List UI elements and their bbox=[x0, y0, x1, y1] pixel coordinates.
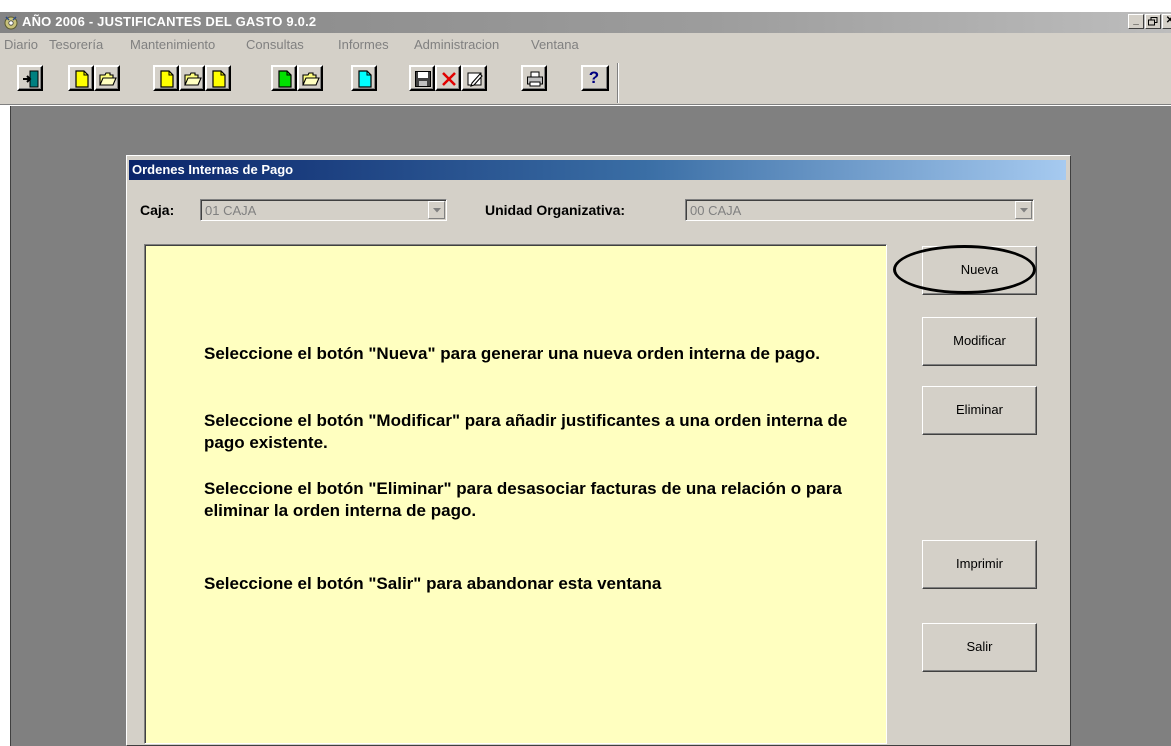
caja-select[interactable]: 01 CAJA bbox=[200, 199, 447, 221]
exit-button[interactable] bbox=[17, 65, 43, 91]
ordenes-internas-window: Ordenes Internas de Pago Caja: 01 CAJA U… bbox=[126, 155, 1071, 746]
instruction-salir: Seleccione el botón "Salir" para abandon… bbox=[204, 574, 662, 593]
restore-button[interactable] bbox=[1145, 14, 1161, 29]
open-folder-button-3[interactable] bbox=[297, 65, 323, 91]
document-icon bbox=[212, 70, 226, 88]
restore-icon bbox=[1148, 17, 1158, 26]
new-document-icon bbox=[160, 70, 174, 88]
save-button[interactable] bbox=[409, 65, 435, 91]
salir-button[interactable]: Salir bbox=[922, 623, 1037, 672]
cyan-document-button[interactable] bbox=[351, 65, 377, 91]
imprimir-button[interactable]: Imprimir bbox=[922, 540, 1037, 589]
toolbar: ? bbox=[0, 57, 1171, 105]
menu-informes[interactable]: Informes bbox=[338, 37, 389, 52]
unidad-organizativa-label: Unidad Organizativa: bbox=[485, 202, 626, 218]
cyan-document-icon bbox=[358, 70, 372, 88]
menu-ventana[interactable]: Ventana bbox=[531, 37, 579, 52]
open-folder-button-2[interactable] bbox=[179, 65, 205, 91]
caja-select-value: 01 CAJA bbox=[205, 203, 257, 218]
menu-tesoreria[interactable]: Tesorería bbox=[49, 37, 103, 52]
open-folder-icon bbox=[302, 72, 320, 86]
menu-mantenimiento[interactable]: Mantenimiento bbox=[130, 37, 215, 52]
modificar-button[interactable]: Modificar bbox=[922, 317, 1037, 366]
edit-pencil-icon bbox=[467, 72, 483, 87]
delete-x-icon bbox=[442, 72, 456, 86]
title-bar: AÑO 2006 - JUSTIFICANTES DEL GASTO 9.0.2… bbox=[0, 12, 1171, 33]
open-folder-button-1[interactable] bbox=[94, 65, 120, 91]
menu-bar: Diario Tesorería Mantenimiento Consultas… bbox=[0, 33, 1171, 57]
new-document-button-2[interactable] bbox=[153, 65, 179, 91]
save-disk-icon bbox=[415, 71, 431, 87]
instruction-nueva: Seleccione el botón "Nueva" para generar… bbox=[204, 344, 821, 363]
instruction-modificar: Seleccione el botón "Modificar" para aña… bbox=[204, 411, 848, 452]
minimize-button[interactable]: _ bbox=[1128, 14, 1144, 29]
toolbar-separator bbox=[617, 63, 619, 103]
exit-door-icon bbox=[23, 70, 39, 88]
eliminar-button[interactable]: Eliminar bbox=[922, 386, 1037, 435]
instruction-eliminar: Seleccione el botón "Eliminar" para desa… bbox=[204, 479, 842, 520]
new-document-icon bbox=[75, 70, 89, 88]
unidad-organizativa-select-value: 00 CAJA bbox=[690, 203, 742, 218]
menu-administracion[interactable]: Administracion bbox=[414, 37, 499, 52]
app-icon bbox=[4, 16, 18, 30]
new-document-button-1[interactable] bbox=[68, 65, 94, 91]
window-title: AÑO 2006 - JUSTIFICANTES DEL GASTO 9.0.2 bbox=[22, 14, 317, 29]
delete-button[interactable] bbox=[435, 65, 461, 91]
open-folder-icon bbox=[99, 72, 117, 86]
caja-label: Caja: bbox=[140, 202, 175, 218]
application-window: AÑO 2006 - JUSTIFICANTES DEL GASTO 9.0.2… bbox=[0, 0, 1171, 746]
instructions-panel: Seleccione el botón "Nueva" para generar… bbox=[144, 244, 887, 744]
chevron-down-icon bbox=[1020, 208, 1028, 213]
child-title-bar: Ordenes Internas de Pago bbox=[129, 160, 1066, 180]
help-button[interactable]: ? bbox=[581, 65, 609, 91]
document-button[interactable] bbox=[205, 65, 231, 91]
nueva-highlight-ellipse bbox=[893, 245, 1036, 294]
caja-dropdown-button[interactable] bbox=[428, 201, 445, 219]
unidad-organizativa-select[interactable]: 00 CAJA bbox=[685, 199, 1034, 221]
child-window-title: Ordenes Internas de Pago bbox=[132, 162, 294, 177]
menu-diario[interactable]: Diario bbox=[4, 37, 38, 52]
new-green-document-button[interactable] bbox=[271, 65, 297, 91]
chevron-down-icon bbox=[433, 208, 441, 213]
printer-icon bbox=[527, 71, 543, 87]
close-button[interactable]: ✕ bbox=[1162, 14, 1171, 29]
menu-consultas[interactable]: Consultas bbox=[246, 37, 304, 52]
print-button[interactable] bbox=[521, 65, 547, 91]
edit-button[interactable] bbox=[461, 65, 487, 91]
unidad-dropdown-button[interactable] bbox=[1015, 201, 1032, 219]
green-document-icon bbox=[278, 70, 292, 88]
help-icon: ? bbox=[588, 68, 600, 87]
open-folder-icon bbox=[184, 72, 202, 86]
